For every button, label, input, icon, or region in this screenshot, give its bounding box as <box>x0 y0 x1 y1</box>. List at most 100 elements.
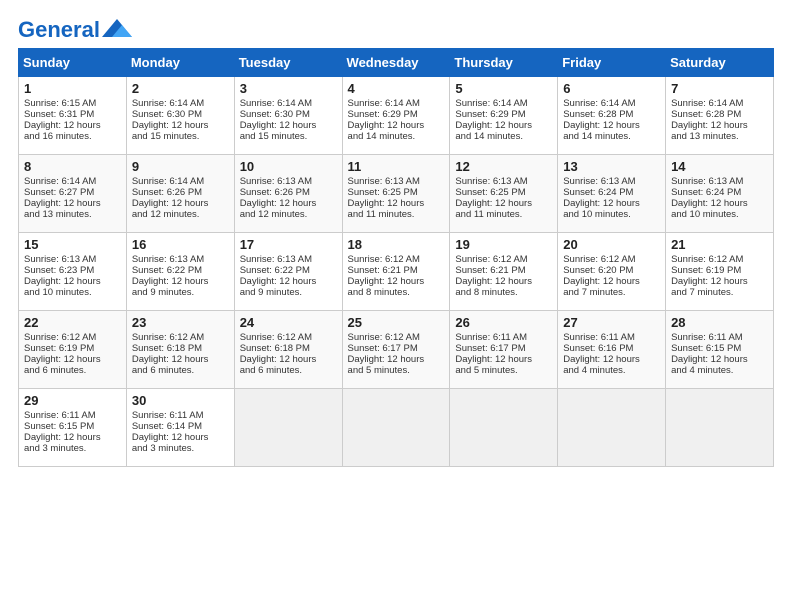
day-info-line: and 6 minutes. <box>132 365 229 376</box>
day-number: 18 <box>348 237 445 252</box>
day-info-line: and 14 minutes. <box>563 131 660 142</box>
day-info-line: and 10 minutes. <box>563 209 660 220</box>
day-number: 17 <box>240 237 337 252</box>
day-info-line: and 7 minutes. <box>563 287 660 298</box>
day-info-line: Sunset: 6:19 PM <box>24 343 121 354</box>
week-row-3: 15Sunrise: 6:13 AMSunset: 6:23 PMDayligh… <box>19 233 774 311</box>
day-info-line: Sunset: 6:28 PM <box>563 109 660 120</box>
calendar-cell: 24Sunrise: 6:12 AMSunset: 6:18 PMDayligh… <box>234 311 342 389</box>
calendar-cell: 9Sunrise: 6:14 AMSunset: 6:26 PMDaylight… <box>126 155 234 233</box>
calendar-cell: 19Sunrise: 6:12 AMSunset: 6:21 PMDayligh… <box>450 233 558 311</box>
day-info-line: Daylight: 12 hours <box>671 198 768 209</box>
day-info-line: and 10 minutes. <box>671 209 768 220</box>
day-info-line: Sunrise: 6:13 AM <box>240 254 337 265</box>
day-number: 23 <box>132 315 229 330</box>
day-number: 27 <box>563 315 660 330</box>
calendar-cell: 23Sunrise: 6:12 AMSunset: 6:18 PMDayligh… <box>126 311 234 389</box>
week-row-5: 29Sunrise: 6:11 AMSunset: 6:15 PMDayligh… <box>19 389 774 467</box>
day-number: 6 <box>563 81 660 96</box>
day-info-line: Daylight: 12 hours <box>24 198 121 209</box>
day-info-line: and 12 minutes. <box>240 209 337 220</box>
day-info-line: Sunrise: 6:12 AM <box>132 332 229 343</box>
day-info-line: Sunset: 6:24 PM <box>563 187 660 198</box>
day-info-line: and 12 minutes. <box>132 209 229 220</box>
day-info-line: Sunset: 6:29 PM <box>348 109 445 120</box>
day-info-line: Sunset: 6:22 PM <box>240 265 337 276</box>
calendar-cell: 12Sunrise: 6:13 AMSunset: 6:25 PMDayligh… <box>450 155 558 233</box>
day-info-line: Sunrise: 6:12 AM <box>563 254 660 265</box>
day-info-line: and 13 minutes. <box>671 131 768 142</box>
calendar-cell: 7Sunrise: 6:14 AMSunset: 6:28 PMDaylight… <box>666 77 774 155</box>
page: General SundayMondayTuesdayWednesdayThur… <box>0 0 792 612</box>
day-info-line: Sunrise: 6:11 AM <box>24 410 121 421</box>
day-info-line: and 5 minutes. <box>348 365 445 376</box>
day-info-line: Sunset: 6:28 PM <box>671 109 768 120</box>
calendar-cell: 4Sunrise: 6:14 AMSunset: 6:29 PMDaylight… <box>342 77 450 155</box>
day-info-line: and 15 minutes. <box>132 131 229 142</box>
calendar-cell: 21Sunrise: 6:12 AMSunset: 6:19 PMDayligh… <box>666 233 774 311</box>
calendar-cell: 11Sunrise: 6:13 AMSunset: 6:25 PMDayligh… <box>342 155 450 233</box>
day-number: 12 <box>455 159 552 174</box>
week-row-2: 8Sunrise: 6:14 AMSunset: 6:27 PMDaylight… <box>19 155 774 233</box>
day-number: 1 <box>24 81 121 96</box>
day-number: 24 <box>240 315 337 330</box>
day-number: 25 <box>348 315 445 330</box>
day-info-line: Sunrise: 6:12 AM <box>671 254 768 265</box>
day-number: 15 <box>24 237 121 252</box>
calendar-cell: 22Sunrise: 6:12 AMSunset: 6:19 PMDayligh… <box>19 311 127 389</box>
calendar-cell: 14Sunrise: 6:13 AMSunset: 6:24 PMDayligh… <box>666 155 774 233</box>
day-info-line: Daylight: 12 hours <box>132 198 229 209</box>
day-info-line: Sunrise: 6:11 AM <box>132 410 229 421</box>
day-info-line: Sunset: 6:21 PM <box>455 265 552 276</box>
day-info-line: and 6 minutes. <box>24 365 121 376</box>
day-info-line: Sunset: 6:17 PM <box>348 343 445 354</box>
day-info-line: Sunrise: 6:13 AM <box>24 254 121 265</box>
day-info-line: and 9 minutes. <box>132 287 229 298</box>
calendar-cell: 13Sunrise: 6:13 AMSunset: 6:24 PMDayligh… <box>558 155 666 233</box>
day-info-line: Sunrise: 6:13 AM <box>240 176 337 187</box>
logo: General <box>18 18 132 38</box>
calendar-cell: 20Sunrise: 6:12 AMSunset: 6:20 PMDayligh… <box>558 233 666 311</box>
weekday-header-wednesday: Wednesday <box>342 49 450 77</box>
weekday-header-thursday: Thursday <box>450 49 558 77</box>
weekday-header-sunday: Sunday <box>19 49 127 77</box>
calendar-cell: 28Sunrise: 6:11 AMSunset: 6:15 PMDayligh… <box>666 311 774 389</box>
day-info-line: Daylight: 12 hours <box>132 120 229 131</box>
day-info-line: Daylight: 12 hours <box>455 276 552 287</box>
calendar-cell <box>450 389 558 467</box>
logo-icon <box>102 19 132 37</box>
day-info-line: Daylight: 12 hours <box>348 276 445 287</box>
day-number: 19 <box>455 237 552 252</box>
day-info-line: and 9 minutes. <box>240 287 337 298</box>
day-info-line: Sunrise: 6:12 AM <box>24 332 121 343</box>
calendar-cell: 6Sunrise: 6:14 AMSunset: 6:28 PMDaylight… <box>558 77 666 155</box>
calendar-cell: 17Sunrise: 6:13 AMSunset: 6:22 PMDayligh… <box>234 233 342 311</box>
day-info-line: and 4 minutes. <box>671 365 768 376</box>
day-info-line: Sunrise: 6:14 AM <box>671 98 768 109</box>
calendar-cell: 25Sunrise: 6:12 AMSunset: 6:17 PMDayligh… <box>342 311 450 389</box>
weekday-header-saturday: Saturday <box>666 49 774 77</box>
calendar-cell <box>234 389 342 467</box>
day-info-line: and 13 minutes. <box>24 209 121 220</box>
day-info-line: Daylight: 12 hours <box>24 432 121 443</box>
day-info-line: Sunset: 6:23 PM <box>24 265 121 276</box>
day-info-line: Daylight: 12 hours <box>240 354 337 365</box>
weekday-header-friday: Friday <box>558 49 666 77</box>
day-info-line: and 4 minutes. <box>563 365 660 376</box>
calendar-cell: 15Sunrise: 6:13 AMSunset: 6:23 PMDayligh… <box>19 233 127 311</box>
calendar-cell <box>558 389 666 467</box>
day-info-line: Sunset: 6:18 PM <box>240 343 337 354</box>
day-info-line: Sunrise: 6:14 AM <box>132 176 229 187</box>
day-number: 14 <box>671 159 768 174</box>
day-info-line: Sunrise: 6:11 AM <box>455 332 552 343</box>
day-info-line: Sunset: 6:20 PM <box>563 265 660 276</box>
day-number: 5 <box>455 81 552 96</box>
calendar-cell: 29Sunrise: 6:11 AMSunset: 6:15 PMDayligh… <box>19 389 127 467</box>
calendar-cell: 26Sunrise: 6:11 AMSunset: 6:17 PMDayligh… <box>450 311 558 389</box>
day-number: 3 <box>240 81 337 96</box>
calendar-table: SundayMondayTuesdayWednesdayThursdayFrid… <box>18 48 774 467</box>
day-info-line: Daylight: 12 hours <box>671 276 768 287</box>
day-number: 7 <box>671 81 768 96</box>
day-info-line: and 7 minutes. <box>671 287 768 298</box>
day-info-line: and 11 minutes. <box>455 209 552 220</box>
